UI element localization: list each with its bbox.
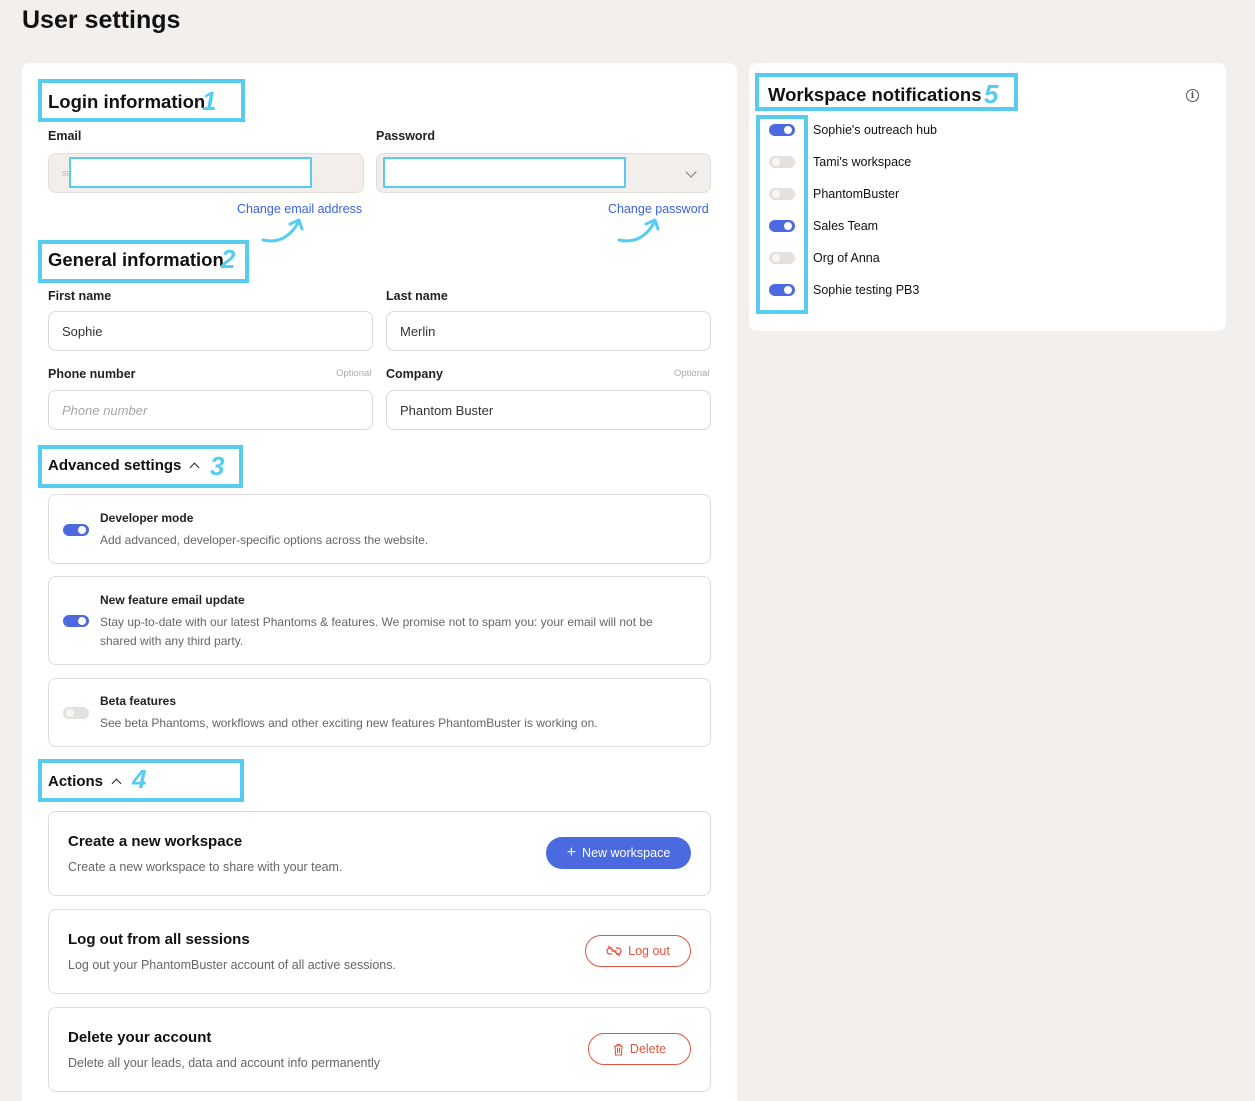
last-name-field[interactable]: Merlin — [386, 311, 711, 351]
unlink-icon — [606, 945, 622, 957]
action-title: Create a new workspace — [68, 833, 243, 850]
trash-icon — [613, 1043, 623, 1056]
delete-button[interactable]: Delete — [588, 1033, 691, 1065]
change-email-link[interactable]: Change email address — [237, 202, 362, 216]
setting-desc: Stay up-to-date with our latest Phantoms… — [100, 615, 653, 648]
change-password-link[interactable]: Change password — [608, 202, 709, 216]
workspace-name: Tami's workspace — [813, 155, 912, 169]
first-name-field[interactable]: Sophie — [48, 311, 373, 351]
annotation-number-3: 3 — [210, 451, 225, 481]
annotation-number-2: 2 — [221, 244, 236, 274]
phone-field[interactable]: Phone number — [48, 390, 373, 430]
create-workspace-row: Create a new workspace Create a new work… — [48, 811, 711, 896]
action-desc: Create a new workspace to share with you… — [68, 860, 343, 874]
setting-desc: See beta Phantoms, workflows and other e… — [100, 716, 598, 730]
advanced-heading-toggle[interactable]: Advanced settings — [48, 457, 200, 474]
chevron-up-icon[interactable] — [111, 778, 122, 789]
action-desc: Delete all your leads, data and account … — [68, 1056, 380, 1070]
workspace-name: PhantomBuster — [813, 187, 900, 201]
workspace-toggle[interactable] — [769, 284, 795, 296]
developer-mode-setting: Developer mode Add advanced, developer-s… — [48, 494, 711, 564]
company-label: Company — [386, 367, 443, 381]
setting-title: New feature email update — [100, 593, 245, 607]
workspace-toggle[interactable] — [769, 220, 795, 232]
workspace-name: Sophie's outreach hub — [813, 123, 938, 137]
password-label: Password — [376, 129, 436, 143]
workspace-name: Sales Team — [813, 219, 879, 233]
action-title: Log out from all sessions — [68, 931, 250, 948]
page-title: User settings — [22, 6, 181, 34]
delete-account-row: Delete your account Delete all your lead… — [48, 1007, 711, 1092]
actions-heading: Actions — [48, 773, 104, 790]
feature-email-setting: New feature email update Stay up-to-date… — [48, 576, 711, 665]
workspace-toggle[interactable] — [769, 252, 795, 264]
annotation-number-4: 4 — [132, 764, 147, 794]
login-heading: Login information — [48, 91, 206, 112]
new-workspace-label: New workspace — [582, 846, 671, 860]
arrow-annotation-icon — [261, 218, 304, 243]
last-name-label: Last name — [386, 289, 448, 303]
info-icon[interactable]: i — [1186, 89, 1199, 102]
developer-mode-toggle[interactable] — [63, 524, 89, 536]
settings-card: Login information 1 Email Password so Ch… — [22, 63, 737, 1101]
beta-features-setting: Beta features See beta Phantoms, workflo… — [48, 678, 711, 747]
first-name-label: First name — [48, 289, 112, 303]
delete-label: Delete — [629, 1042, 667, 1056]
log-out-button[interactable]: Log out — [585, 935, 691, 967]
email-label: Email — [48, 129, 82, 143]
log-out-label: Log out — [628, 944, 670, 958]
action-desc: Log out your PhantomBuster account of al… — [68, 958, 396, 972]
workspace-toggle[interactable] — [769, 188, 795, 200]
feature-email-toggle[interactable] — [63, 615, 89, 627]
advanced-heading: Advanced settings — [48, 457, 182, 474]
workspace-toggle[interactable] — [769, 124, 795, 136]
workspace-notifications-card: Workspace notifications 5 i Sophie's out… — [749, 63, 1226, 331]
setting-desc: Add advanced, developer-specific options… — [100, 533, 429, 547]
workspace-name: Sophie testing PB3 — [813, 283, 920, 297]
workspace-toggle[interactable] — [769, 156, 795, 168]
beta-features-toggle[interactable] — [63, 707, 89, 719]
company-field[interactable]: Phantom Buster — [386, 390, 711, 430]
company-value: Phantom Buster — [400, 402, 494, 418]
arrow-annotation-icon — [617, 218, 660, 243]
notifications-heading: Workspace notifications — [768, 84, 982, 105]
password-input-highlight — [383, 157, 626, 188]
chevron-up-icon[interactable] — [189, 462, 200, 473]
workspace-name: Org of Anna — [813, 251, 880, 265]
phone-optional: Optional — [336, 368, 372, 379]
action-title: Delete your account — [68, 1029, 212, 1046]
general-heading: General information — [48, 249, 224, 270]
email-input-highlight — [69, 157, 312, 188]
setting-title: Beta features — [100, 694, 177, 708]
phone-label: Phone number — [48, 367, 136, 381]
actions-heading-toggle[interactable]: Actions — [48, 773, 122, 790]
new-workspace-button[interactable]: + New workspace — [546, 837, 691, 869]
setting-title: Developer mode — [100, 511, 194, 525]
annotation-number-5: 5 — [984, 79, 999, 109]
logout-sessions-row: Log out from all sessions Log out your P… — [48, 909, 711, 994]
plus-icon: + — [566, 844, 577, 861]
last-name-value: Merlin — [400, 323, 436, 339]
first-name-value: Sophie — [62, 323, 103, 339]
annotation-number-1: 1 — [202, 86, 217, 116]
company-optional: Optional — [674, 368, 710, 379]
phone-placeholder: Phone number — [62, 402, 148, 418]
